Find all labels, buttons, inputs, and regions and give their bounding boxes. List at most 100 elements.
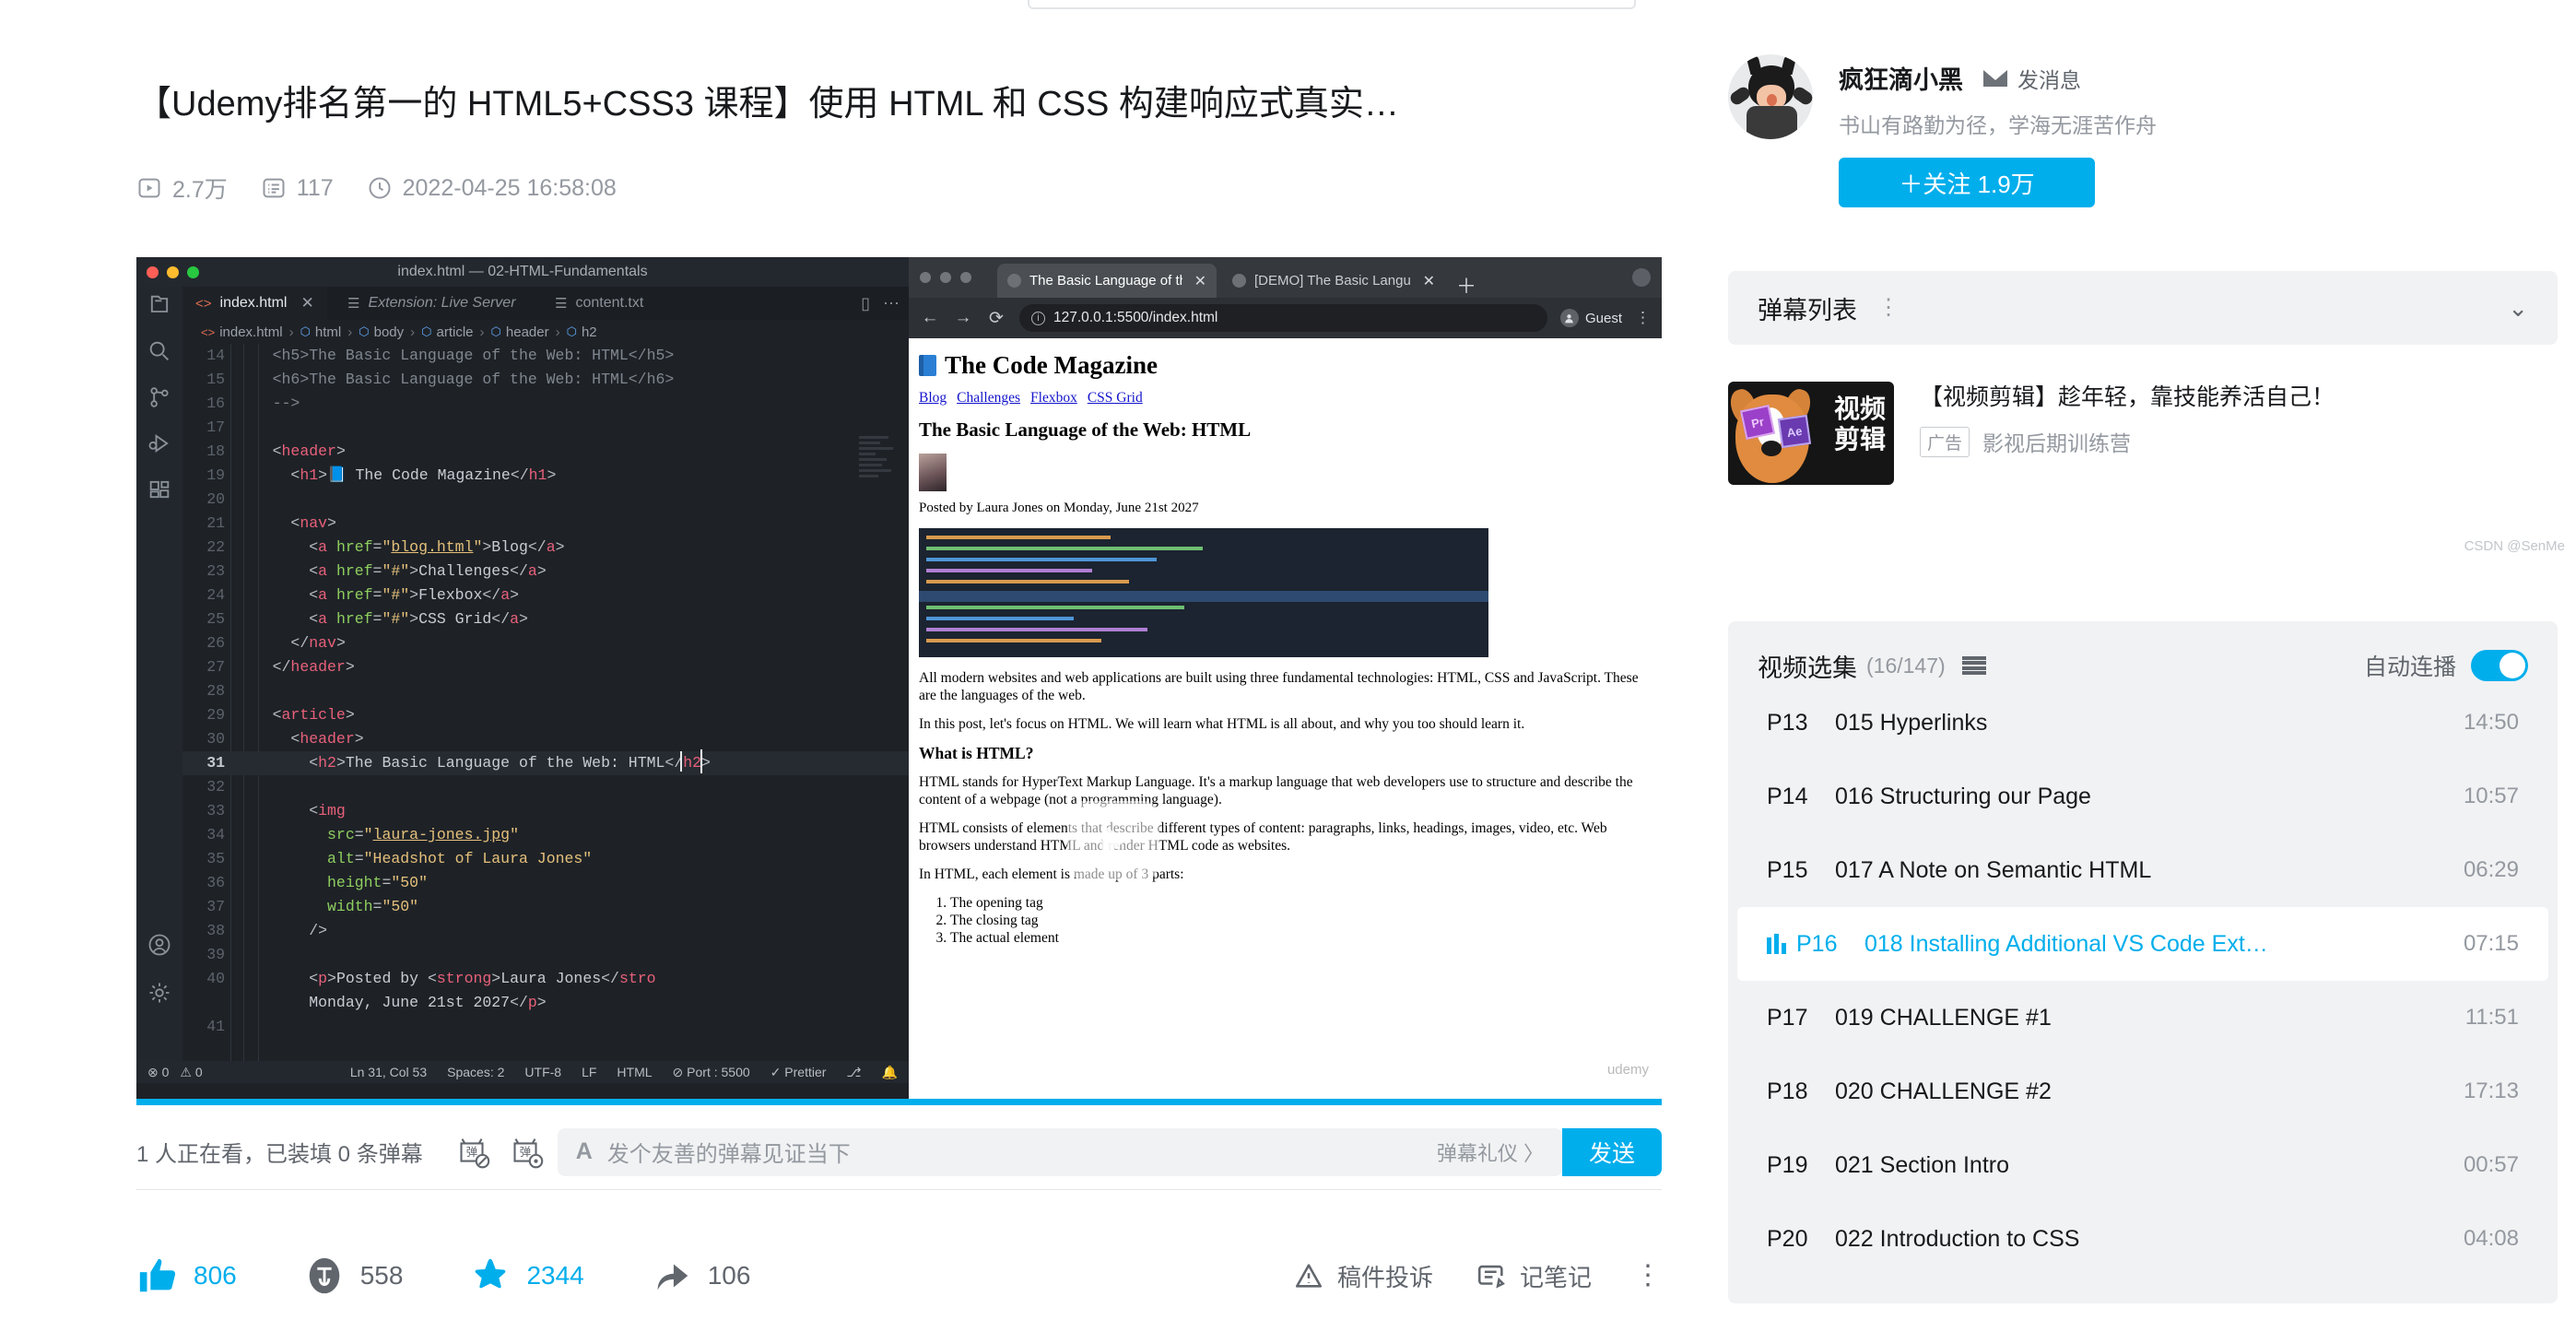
code-line[interactable]: 22 <a href="blog.html">Blog</a> — [182, 536, 909, 560]
episode-row[interactable]: P17 019 CHALLENGE #1 11:51 — [1737, 981, 2548, 1055]
danmaku-style-icon[interactable]: A — [576, 1138, 593, 1165]
back-icon[interactable]: ← — [920, 308, 940, 328]
code-line[interactable]: 37 width="50" — [182, 895, 909, 919]
code-line[interactable]: 40 <p>Posted by <strong>Laura Jones</str… — [182, 967, 909, 991]
window-controls[interactable] — [147, 266, 199, 278]
vscode-activity-bar[interactable] — [136, 287, 212, 1076]
cursor-position[interactable]: Ln 31, Col 53 — [350, 1065, 427, 1079]
episode-row[interactable]: P19 021 Section Intro 00:57 — [1737, 1128, 2548, 1202]
ad-title[interactable]: 【视频剪辑】趁年轻，靠技能养活自己！ — [1920, 382, 2335, 414]
vscode-tab-index-html[interactable]: <> index.html ✕ — [182, 287, 327, 320]
browser-menu-icon[interactable]: ⋮ — [1635, 309, 1651, 327]
follow-button[interactable]: ＋关注 1.9万 — [1839, 158, 2095, 207]
share-button[interactable]: 106 — [651, 1255, 750, 1297]
code-line[interactable]: 23 <a href="#">Challenges</a> — [182, 560, 909, 583]
danmaku-off-icon[interactable]: 弹 — [451, 1131, 493, 1173]
account-icon[interactable] — [147, 932, 172, 958]
close-icon[interactable]: ✕ — [300, 294, 313, 312]
breadcrumb-item[interactable]: ⬡ html — [300, 324, 342, 340]
kebab-menu-icon[interactable]: ⋮ — [1634, 1262, 1662, 1290]
coin-button[interactable]: 558 — [303, 1255, 403, 1297]
language-mode[interactable]: HTML — [617, 1065, 652, 1079]
code-line[interactable]: 20 — [182, 488, 909, 512]
episode-row-active[interactable]: P16 018 Installing Additional VS Code Ext… — [1737, 907, 2548, 981]
video-progress-bar[interactable] — [136, 1099, 1662, 1105]
kebab-menu-icon[interactable]: ⋮ — [1877, 297, 1901, 319]
close-window-icon[interactable] — [920, 272, 931, 283]
episode-row[interactable]: P14 016 Structuring our Page 10:57 — [1737, 760, 2548, 833]
minimap[interactable] — [859, 436, 901, 768]
code-line[interactable]: 24 <a href="#">Flexbox</a> — [182, 583, 909, 607]
avatar[interactable] — [1728, 54, 1813, 139]
more-actions-button[interactable]: ⋮ — [1634, 1262, 1662, 1290]
nav-link-challenges[interactable]: Challenges — [957, 390, 1020, 407]
code-line[interactable]: 21 <nav> — [182, 512, 909, 536]
danmaku-etiquette-link[interactable]: 弹幕礼仪 〉 — [1437, 1137, 1544, 1167]
ad-thumbnail[interactable]: Pr Ae 视频 剪辑 — [1728, 382, 1894, 485]
favorite-button[interactable]: 2344 — [469, 1255, 584, 1297]
code-line[interactable]: 15 <h6>The Basic Language of the Web: HT… — [182, 368, 909, 392]
site-info-icon[interactable]: i — [1031, 311, 1045, 325]
vscode-tab-live-server[interactable]: ☰ Extension: Live Server — [335, 287, 529, 320]
chevron-down-icon[interactable]: ⌄ — [2508, 294, 2528, 323]
code-line[interactable]: 14 <h5>The Basic Language of the Web: HT… — [182, 344, 909, 368]
code-line[interactable]: 17 — [182, 416, 909, 440]
maximize-window-icon[interactable] — [187, 266, 199, 278]
code-line[interactable]: 39 — [182, 943, 909, 967]
danmaku-send-button[interactable]: 发送 — [1562, 1127, 1662, 1176]
code-line[interactable]: 26 </nav> — [182, 631, 909, 655]
code-line[interactable]: 19 <h1>📘 The Code Magazine</h1> — [182, 464, 909, 488]
reload-icon[interactable]: ⟳ — [986, 308, 1006, 329]
nav-link-flexbox[interactable]: Flexbox — [1030, 390, 1077, 407]
code-line[interactable]: 32 — [182, 775, 909, 799]
remote-icon[interactable]: ⎇ — [846, 1065, 861, 1080]
nav-link-blog[interactable]: Blog — [919, 390, 947, 407]
close-icon[interactable]: ✕ — [1423, 272, 1435, 290]
video-player[interactable]: index.html — 02-HTML-Fundamentals <> ind… — [136, 257, 1662, 1105]
code-editor[interactable]: 14 <h5>The Basic Language of the Web: HT… — [182, 344, 909, 1076]
indentation[interactable]: Spaces: 2 — [447, 1065, 504, 1079]
code-line[interactable]: 30 <header> — [182, 727, 909, 751]
minimize-window-icon[interactable] — [167, 266, 179, 278]
episode-row[interactable]: P18 020 CHALLENGE #2 17:13 — [1737, 1055, 2548, 1128]
vscode-editor-actions[interactable]: ▯ ⋯ — [861, 287, 900, 320]
error-count[interactable]: ⊗ 0 — [147, 1065, 169, 1080]
code-line[interactable]: 34 src="laura-jones.jpg" — [182, 823, 909, 847]
split-editor-icon[interactable]: ▯ — [861, 294, 870, 313]
code-line[interactable]: 41 — [182, 1015, 909, 1039]
breadcrumb-item[interactable]: ⬡ body — [359, 324, 404, 340]
code-line[interactable]: 27 </header> — [182, 655, 909, 679]
play-button-overlay[interactable] — [1067, 801, 1159, 880]
more-actions-icon[interactable]: ⋯ — [883, 294, 900, 313]
browser-tab-active[interactable]: The Basic Language of the We ✕ — [997, 264, 1217, 298]
forward-icon[interactable]: → — [953, 308, 973, 328]
like-button[interactable]: 806 — [136, 1255, 237, 1297]
bell-icon[interactable]: 🔔 — [882, 1065, 898, 1080]
browser-tab-bar[interactable]: The Basic Language of the We ✕ [DEMO] Th… — [909, 257, 1662, 298]
code-line[interactable]: 36 height="50" — [182, 871, 909, 895]
minimize-window-icon[interactable] — [940, 272, 951, 283]
danmaku-settings-icon[interactable]: 弹 — [504, 1131, 547, 1173]
note-button[interactable]: 记笔记 — [1476, 1259, 1592, 1293]
breadcrumb-item[interactable]: ⬡ article — [421, 324, 473, 340]
browser-window-controls[interactable] — [920, 272, 971, 283]
run-debug-icon[interactable] — [147, 430, 172, 456]
nav-link-cssgrid[interactable]: CSS Grid — [1088, 390, 1143, 407]
autoplay-control[interactable]: 自动连播 — [2364, 649, 2528, 682]
encoding[interactable]: UTF-8 — [524, 1065, 561, 1079]
new-tab-icon[interactable]: ＋ — [1456, 270, 1476, 300]
code-line[interactable]: 28 — [182, 679, 909, 703]
danmaku-list-panel-header[interactable]: 弹幕列表 ⋮ ⌄ — [1728, 271, 2558, 345]
episode-row[interactable]: P15 017 A Note on Semantic HTML 06:29 — [1737, 833, 2548, 907]
episode-row[interactable]: P20 022 Introduction to CSS 04:08 — [1737, 1202, 2548, 1276]
browser-toolbar[interactable]: ← → ⟳ i 127.0.0.1:5500/index.html Guest … — [909, 298, 1662, 338]
code-line[interactable]: Monday, June 21st 2027</p> — [182, 991, 909, 1015]
code-line[interactable]: 35 alt="Headshot of Laura Jones" — [182, 847, 909, 871]
profile-button[interactable]: Guest — [1559, 309, 1622, 327]
danmaku-text-input[interactable]: A 发个友善的弹幕见证当下 弹幕礼仪 〉 — [557, 1127, 1562, 1176]
breadcrumb[interactable]: <> index.html › ⬡ html › ⬡ body › ⬡ article … — [182, 320, 909, 344]
source-control-icon[interactable] — [147, 384, 172, 410]
settings-gear-icon[interactable] — [147, 980, 172, 1006]
breadcrumb-item[interactable]: ⬡ h2 — [567, 324, 597, 340]
vscode-tab-bar[interactable]: <> index.html ✕ ☰ Extension: Live Server… — [182, 287, 909, 320]
